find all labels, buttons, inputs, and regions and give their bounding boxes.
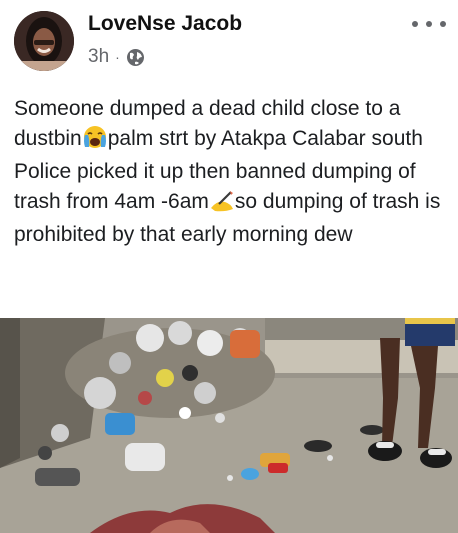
crying-face-emoji-icon bbox=[82, 125, 108, 158]
post-header: LoveNse Jacob 3h · bbox=[0, 0, 458, 90]
more-dot bbox=[426, 21, 432, 27]
post-meta: 3h · bbox=[88, 46, 145, 68]
post-time[interactable]: 3h bbox=[88, 46, 109, 68]
post-text-segment: palm strt by Atakpa Calabar south bbox=[107, 126, 423, 150]
photo-illustration bbox=[0, 318, 458, 533]
more-options-icon[interactable] bbox=[412, 14, 446, 34]
globe-icon[interactable] bbox=[126, 48, 145, 67]
more-dot bbox=[412, 21, 418, 27]
more-dot bbox=[440, 21, 446, 27]
author-avatar[interactable] bbox=[14, 11, 74, 71]
author-name[interactable]: LoveNse Jacob bbox=[88, 12, 242, 36]
post-paragraph-1: Someone dumped a dead child close to a d… bbox=[14, 94, 454, 157]
writing-hand-emoji-icon bbox=[209, 190, 235, 221]
meta-separator: · bbox=[115, 49, 120, 65]
post-paragraph-2: Police picked it up then banned dumping … bbox=[14, 157, 454, 250]
post-text: Someone dumped a dead child close to a d… bbox=[14, 94, 454, 250]
post-photo[interactable] bbox=[0, 318, 458, 533]
